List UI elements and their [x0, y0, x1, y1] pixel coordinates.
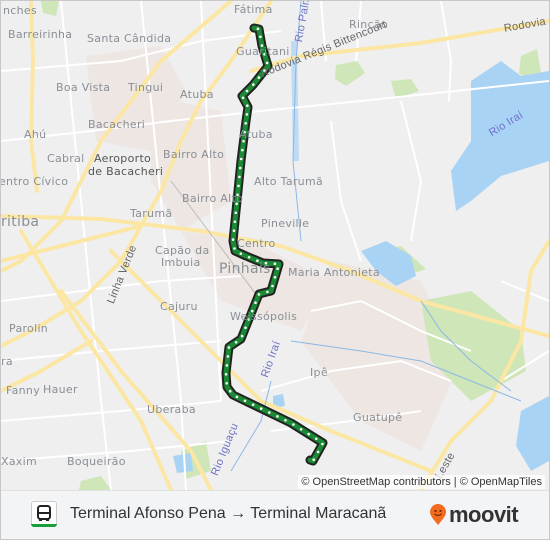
neighborhood-label: Weissópolis — [230, 310, 298, 323]
route-stop — [268, 411, 271, 414]
route-stop — [226, 355, 230, 358]
route-stop — [247, 255, 251, 259]
route-stop — [231, 238, 235, 241]
route-stop — [241, 96, 245, 100]
route-stop — [224, 373, 228, 376]
neighborhood-label: ra — [1, 355, 13, 368]
neighborhood-label: Atuba — [239, 128, 273, 141]
neighborhood-label: Bairro Alto — [163, 148, 225, 161]
neighborhood-label: Tingui — [128, 81, 164, 94]
neighborhood-label: Parolin — [9, 322, 49, 335]
neighborhood-label: Alto Tarumã — [254, 175, 324, 188]
route-stop — [246, 104, 249, 107]
route-stop — [227, 346, 231, 349]
map-attribution[interactable]: © OpenStreetMap contributors | © OpenMap… — [298, 475, 545, 489]
neighborhood-label: Fátima — [234, 3, 273, 16]
route-stop — [315, 437, 318, 441]
route-stop — [273, 276, 277, 279]
route-stop — [273, 262, 277, 266]
poi-label: Aeroporto — [94, 152, 152, 165]
transit-mode-badge — [31, 501, 57, 527]
neighborhood-label: nches — [3, 4, 37, 17]
route-stop — [245, 113, 249, 116]
route-stop — [257, 293, 261, 296]
bus-icon — [37, 505, 51, 521]
route-stop — [234, 341, 238, 344]
neighborhood-label: Ipê — [310, 366, 328, 379]
route-stop — [244, 122, 247, 125]
neighborhood-label: Barreirinha — [8, 28, 73, 41]
neighborhood-label: Bacacheri — [88, 118, 146, 131]
route-stop — [259, 35, 262, 39]
route-stop — [271, 284, 274, 288]
neighborhood-label: Cajuru — [160, 300, 198, 313]
route-stop — [266, 290, 269, 294]
route-stop — [239, 157, 243, 161]
route-stop — [235, 395, 239, 399]
route-stop — [299, 428, 303, 431]
route-stop — [316, 450, 320, 454]
route-stop — [265, 61, 269, 65]
route-stop — [252, 83, 255, 86]
neighborhood-label: Maria Antonieta — [288, 266, 380, 279]
route-color-stripe — [31, 524, 57, 527]
neighborhood-label: Boa Vista — [56, 81, 111, 94]
neighborhood-label: Boqueirão — [67, 455, 126, 468]
neighborhood-label: Guaritani — [236, 45, 290, 58]
route-stop — [321, 442, 324, 446]
route-stop — [239, 252, 243, 255]
route-stop — [234, 211, 238, 215]
route-stop — [244, 326, 247, 330]
route-stop — [239, 166, 242, 170]
route-stop — [228, 389, 232, 393]
neighborhood-label: Centro Cívico — [0, 175, 69, 188]
route-footer: Terminal Afonso Pena → Terminal Maracanã… — [1, 490, 549, 539]
route-stop — [284, 419, 287, 422]
route-stop — [245, 89, 249, 93]
route-stop — [259, 407, 263, 410]
neighborhood-label: Fanny — [6, 384, 41, 397]
neighborhood-label: Uberaba — [147, 403, 196, 416]
city-label: ritiba — [1, 214, 40, 230]
route-stop — [254, 301, 257, 305]
route-stop — [257, 76, 261, 79]
route-stop — [225, 382, 228, 385]
map-canvas[interactable]: nches Fátima Rincão Barreirinha Santa Câ… — [1, 1, 549, 490]
route-stop — [232, 229, 236, 232]
moovit-pin-icon — [430, 504, 446, 525]
route-stop — [241, 148, 244, 152]
neighborhood-label: Atuba — [180, 88, 214, 101]
route-stop — [256, 27, 260, 31]
moovit-logo[interactable]: moovit — [429, 502, 519, 528]
route-stop — [276, 267, 279, 271]
neighborhood-label: Hauer — [43, 383, 78, 396]
neighborhood-label: Tarumã — [130, 207, 173, 220]
neighborhood-label: Bairro Alto — [182, 192, 244, 205]
route-stop — [238, 175, 241, 179]
poi-label: de Bacacheri — [88, 165, 164, 178]
city-label: Pinhais — [219, 261, 271, 277]
neighborhood-label: Xaxim — [1, 455, 38, 468]
neighborhood-label: Centro — [237, 237, 276, 250]
route-stop — [233, 220, 237, 223]
route-stop — [240, 334, 244, 338]
map-widget: nches Fátima Rincão Barreirinha Santa Câ… — [0, 0, 550, 540]
neighborhood-label: Imbuia — [161, 256, 201, 269]
moovit-wordmark: moovit — [449, 502, 519, 527]
neighborhood-label: Cabral — [47, 152, 85, 165]
neighborhood-label: Guatupê — [353, 411, 403, 424]
route-stop — [276, 415, 279, 418]
route-stop — [225, 364, 229, 367]
route-stop — [292, 423, 295, 426]
route-stop — [243, 399, 247, 403]
neighborhood-label: Ahú — [24, 128, 47, 141]
route-title: Terminal Afonso Pena → Terminal Maracanã — [70, 505, 387, 522]
route-stop — [307, 432, 311, 436]
route-stop — [312, 458, 316, 462]
route-stop — [233, 247, 236, 250]
route-stop — [237, 184, 240, 188]
route-stop — [251, 403, 255, 407]
neighborhood-label: Santa Cândida — [87, 32, 172, 45]
neighborhood-label: Pineville — [261, 217, 310, 230]
